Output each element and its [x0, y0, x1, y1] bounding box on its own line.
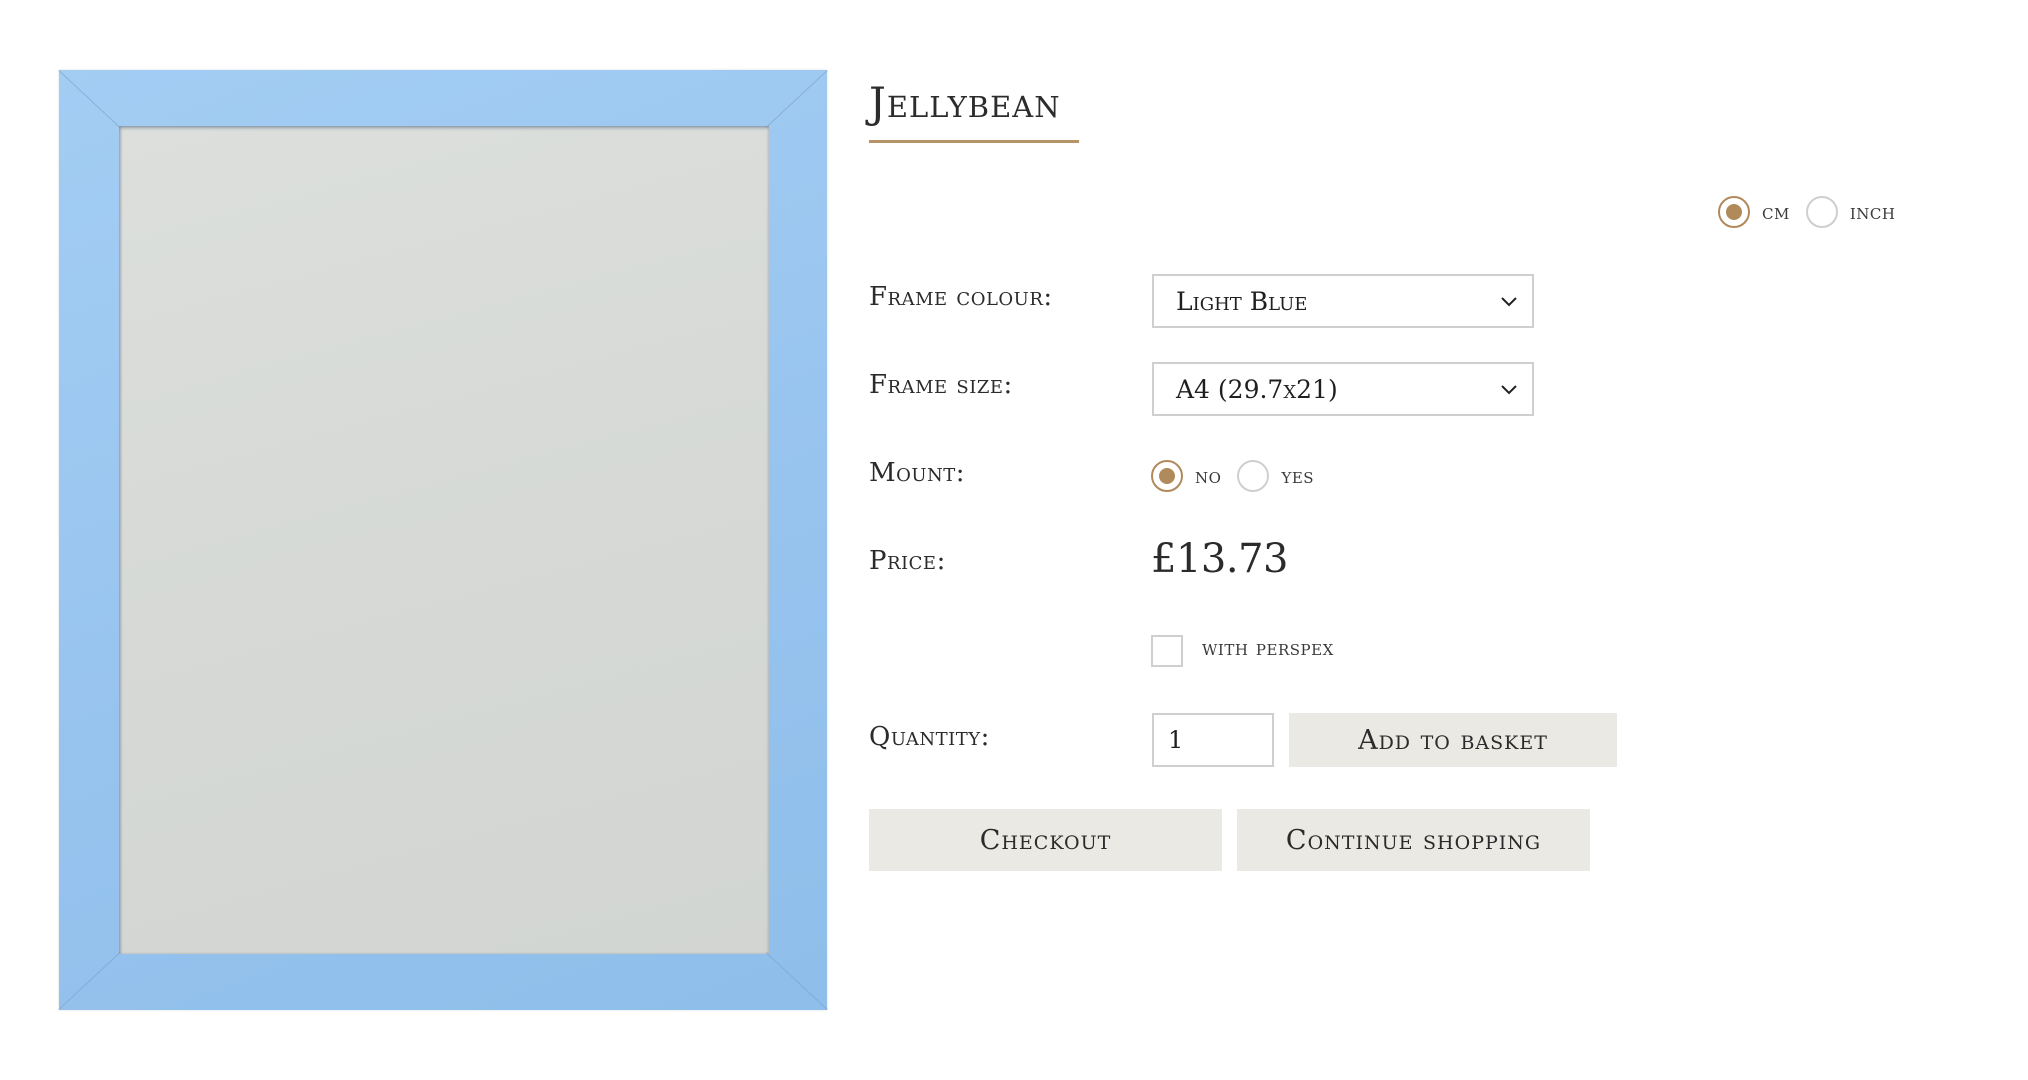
mount-label: Mount:	[869, 458, 966, 488]
quantity-label: Quantity:	[869, 722, 990, 752]
chevron-down-icon	[1501, 385, 1517, 395]
frame-colour-label: Frame colour:	[869, 282, 1053, 312]
frame-colour-value: Light Blue	[1176, 286, 1308, 316]
perspex-label[interactable]: with perspex	[1202, 636, 1334, 661]
quantity-input[interactable]	[1152, 713, 1274, 767]
price-label: Price:	[869, 546, 946, 576]
continue-shopping-button[interactable]: Continue shopping	[1237, 809, 1590, 871]
price-value: £13.73	[1151, 536, 1288, 582]
perspex-checkbox[interactable]	[1151, 635, 1183, 667]
checkout-button[interactable]: Checkout	[869, 809, 1222, 871]
chevron-down-icon	[1501, 297, 1517, 307]
frame-size-value: A4 (29.7x21)	[1176, 374, 1338, 404]
mount-label-no: no	[1195, 464, 1222, 488]
unit-radio-cm[interactable]	[1718, 196, 1750, 228]
frame-size-label: Frame size:	[869, 370, 1013, 400]
frame-colour-select[interactable]: Light Blue	[1152, 274, 1534, 328]
unit-radio-inch[interactable]	[1805, 196, 1838, 228]
frame-glass-area	[119, 126, 769, 954]
mount-radio-yes[interactable]	[1237, 460, 1270, 492]
product-page: Jellybean cm inch Frame colour: Light Bl…	[0, 0, 2028, 1080]
unit-label-inch: inch	[1849, 200, 1896, 224]
mount-options: no yes	[1151, 460, 1330, 492]
add-to-basket-button[interactable]: Add to basket	[1289, 713, 1617, 767]
product-image	[58, 70, 828, 1010]
mount-radio-no[interactable]	[1151, 460, 1183, 492]
mount-label-yes: yes	[1281, 464, 1315, 488]
title-underline	[869, 140, 1079, 143]
product-title: Jellybean	[869, 78, 1061, 127]
unit-label-cm: cm	[1762, 200, 1790, 224]
frame-size-select[interactable]: A4 (29.7x21)	[1152, 362, 1534, 416]
unit-toggle: cm inch	[1718, 196, 1911, 228]
